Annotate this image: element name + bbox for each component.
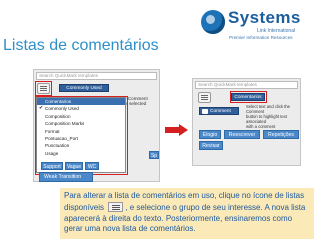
right-panel-screenshot: Search QuickMark templates Comentarios S… <box>192 78 301 166</box>
list-select-button[interactable]: Commonly Used <box>59 84 109 92</box>
search-input[interactable]: Search QuickMark templates <box>195 81 298 89</box>
list-icon <box>108 201 124 212</box>
list-icon[interactable] <box>37 83 50 94</box>
search-input[interactable]: Search QuickMark templates <box>36 72 157 80</box>
logo-name: Systems <box>228 8 301 27</box>
instruction-text: Para alterar a lista de comentários em u… <box>64 191 311 235</box>
highlight-box <box>230 91 267 103</box>
instruction-box: Para alterar a lista de comentários em u… <box>60 188 314 239</box>
hint-text: Select text and click the Comment button… <box>246 104 301 129</box>
weak-transition-button[interactable]: Weak Transition <box>39 172 93 182</box>
revisar-button[interactable]: Revisar <box>199 141 223 150</box>
elogio-button[interactable]: Elogio <box>199 130 221 139</box>
globe-icon <box>201 10 225 34</box>
hint-line: button to highlight text associated <box>246 114 287 124</box>
logo-tagline-1: Link International <box>257 28 296 34</box>
systems-logo: Systems Link International Premier Infor… <box>201 8 317 44</box>
partial-button[interactable]: Sp <box>149 151 159 159</box>
vague-button[interactable]: Vague <box>65 162 83 170</box>
hint-text: e Comment ht selected <box>124 96 160 107</box>
hint-line: ht selected <box>124 101 147 107</box>
hint-line: with a comment <box>246 124 276 129</box>
comment-icon <box>202 109 208 114</box>
wc-button[interactable]: WC <box>85 162 99 170</box>
support-button[interactable]: Support <box>41 162 63 170</box>
left-panel-screenshot: Search QuickMark templates Commonly Used… <box>33 69 160 182</box>
reescrever-button[interactable]: Reescrever <box>224 130 260 139</box>
list-icon[interactable] <box>198 92 211 103</box>
comment-label: Comment <box>210 109 231 114</box>
repeticoes-button[interactable]: Repetições <box>263 130 299 139</box>
slide-title: Listas de comentários <box>3 37 159 54</box>
hint-line: Select text and click the Comment <box>246 104 290 114</box>
logo-tagline-2: Premier Information Resources <box>229 35 293 40</box>
right-arrow-icon <box>165 124 188 136</box>
